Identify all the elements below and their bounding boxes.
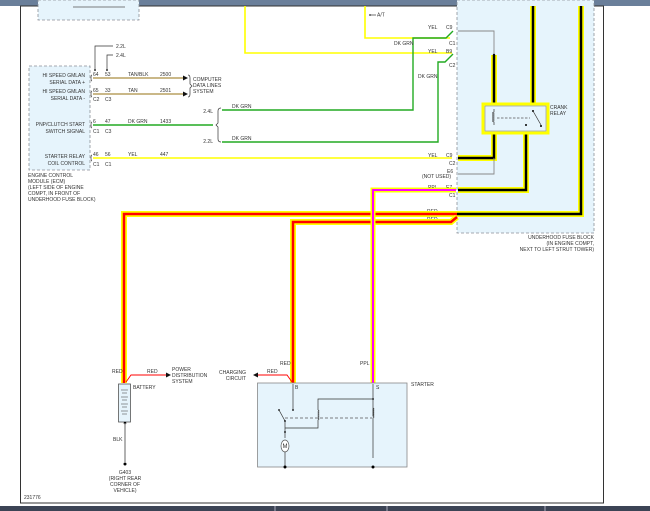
svg-text:447: 447 [160,152,169,158]
svg-text:C1: C1 [449,41,456,47]
svg-text:C2: C2 [93,97,100,103]
ecm-row-3: PNP/CLUTCH STARTSWITCH SIGNAL 6 47 C1 C3 D… [36,119,172,135]
computer-data-lines-label: COMPUTERDATA LINESSYSTEM [193,77,222,95]
svg-text:VEHICLE): VEHICLE) [113,488,136,494]
svg-text:STARTER RELAY: STARTER RELAY [45,154,86,160]
svg-text:COIL CONTROL: COIL CONTROL [48,161,86,167]
ground-label: G403 (RIGHT REAR CORNER OF VEHICLE) [109,470,142,494]
svg-text:SYSTEM: SYSTEM [193,89,214,95]
wire-label: DK GRN [232,136,252,142]
svg-text:YEL: YEL [428,25,438,31]
svg-text:PNP/CLUTCH START: PNP/CLUTCH START [36,122,85,128]
svg-text:C1: C1 [105,162,112,168]
svg-text:C9: C9 [446,153,453,159]
svg-text:YEL: YEL [128,152,138,158]
starter: M [257,382,408,469]
figure-id: 231776 [24,495,41,501]
ecm-row-2: HI SPEED GMLANSERIAL DATA - 65 33 C2 C3 TA… [42,88,171,103]
starter-solenoid-wire [370,187,456,383]
svg-text:B9: B9 [446,49,452,55]
svg-text:SYSTEM: SYSTEM [172,379,193,385]
svg-text:NEXT TO LEFT STRUT TOWER): NEXT TO LEFT STRUT TOWER) [520,247,595,253]
svg-text:UNDERHOOD FUSE BLOCK): UNDERHOOD FUSE BLOCK) [28,197,96,203]
bottom-bar [0,506,650,511]
crank-relay-label: RELAY [550,111,567,117]
svg-text:CIRCUIT: CIRCUIT [226,376,246,382]
svg-text:56: 56 [105,152,111,158]
svg-text:46: 46 [93,152,99,158]
charging-red-label: RED [267,369,278,375]
svg-text:6: 6 [93,119,96,125]
svg-text:HI SPEED GMLAN: HI SPEED GMLAN [42,73,85,79]
svg-text:64: 64 [93,72,99,78]
battery-red-label: RED [112,369,123,375]
svg-text:47: 47 [105,119,111,125]
engine-2.4l-label: 2.4L [116,53,126,59]
svg-text:33: 33 [105,88,111,94]
svg-text:SERIAL DATA -: SERIAL DATA - [51,96,86,102]
fuse-block-caption: UNDERHOOD FUSE BLOCK (IN ENGINE COMPT, N… [520,235,595,253]
svg-text:HI SPEED GMLAN: HI SPEED GMLAN [42,89,85,95]
charging-circuit-label: CHARGING CIRCUIT [219,370,246,382]
svg-text:DK GRN: DK GRN [394,41,414,47]
ground-icon [123,462,127,466]
svg-text:C3: C3 [105,129,112,135]
starter-ppl-label: PPL [360,361,370,367]
svg-text:65: 65 [93,88,99,94]
brace-2.2l: 2.2L [203,139,213,145]
svg-text:(NOT USED): (NOT USED) [422,174,451,180]
svg-text:2501: 2501 [160,88,171,94]
battery [118,383,131,423]
pds-red-label: RED [147,369,158,375]
svg-text:2500: 2500 [160,72,171,78]
ecm-caption: ENGINE CONTROLMODULE (ECM) (LEFT SIDE OF… [28,173,96,203]
svg-text:C9: C9 [446,25,453,31]
svg-text:SWITCH SIGNAL: SWITCH SIGNAL [46,129,86,135]
svg-text:C2: C2 [449,161,456,167]
starter-label: STARTER [411,382,434,388]
svg-text:C3: C3 [105,97,112,103]
svg-text:DK GRN: DK GRN [128,119,148,125]
svg-text:C1: C1 [93,129,100,135]
starter-red-label: RED [280,361,291,367]
battery-label: BATTERY [133,385,156,391]
crank-relay [481,102,550,135]
svg-text:YEL: YEL [428,49,438,55]
fuse-block-pins: YEL C9 DK GRN C1 YEL B9 C2DK GRN YEL C9 C2 E… [394,25,456,223]
svg-text:C2: C2 [449,63,456,69]
svg-text:53: 53 [105,72,111,78]
svg-text:M: M [283,444,288,450]
wiring-diagram: A/T 2.4L 2.2L DK GRN DK GRN 2.2L 2.4L HI… [0,0,650,511]
engine-2.2l-label: 2.2L [116,44,126,50]
svg-text:C1: C1 [93,162,100,168]
power-distribution-label: POWERDISTRIBUTIONSYSTEM [172,367,208,385]
svg-text:C1: C1 [449,193,456,199]
svg-text:SERIAL DATA +: SERIAL DATA + [49,80,85,86]
brace-2.4l: 2.4L [203,109,213,115]
svg-text:1433: 1433 [160,119,171,125]
module-partial [37,0,140,21]
svg-text:YEL: YEL [428,153,438,159]
svg-text:DK GRN: DK GRN [418,74,438,80]
svg-text:TAN/BLK: TAN/BLK [128,72,149,78]
at-label: A/T [377,13,385,19]
blk-label: BLK [113,437,123,443]
svg-text:TAN: TAN [128,88,138,94]
wire-label: DK GRN [232,104,252,110]
